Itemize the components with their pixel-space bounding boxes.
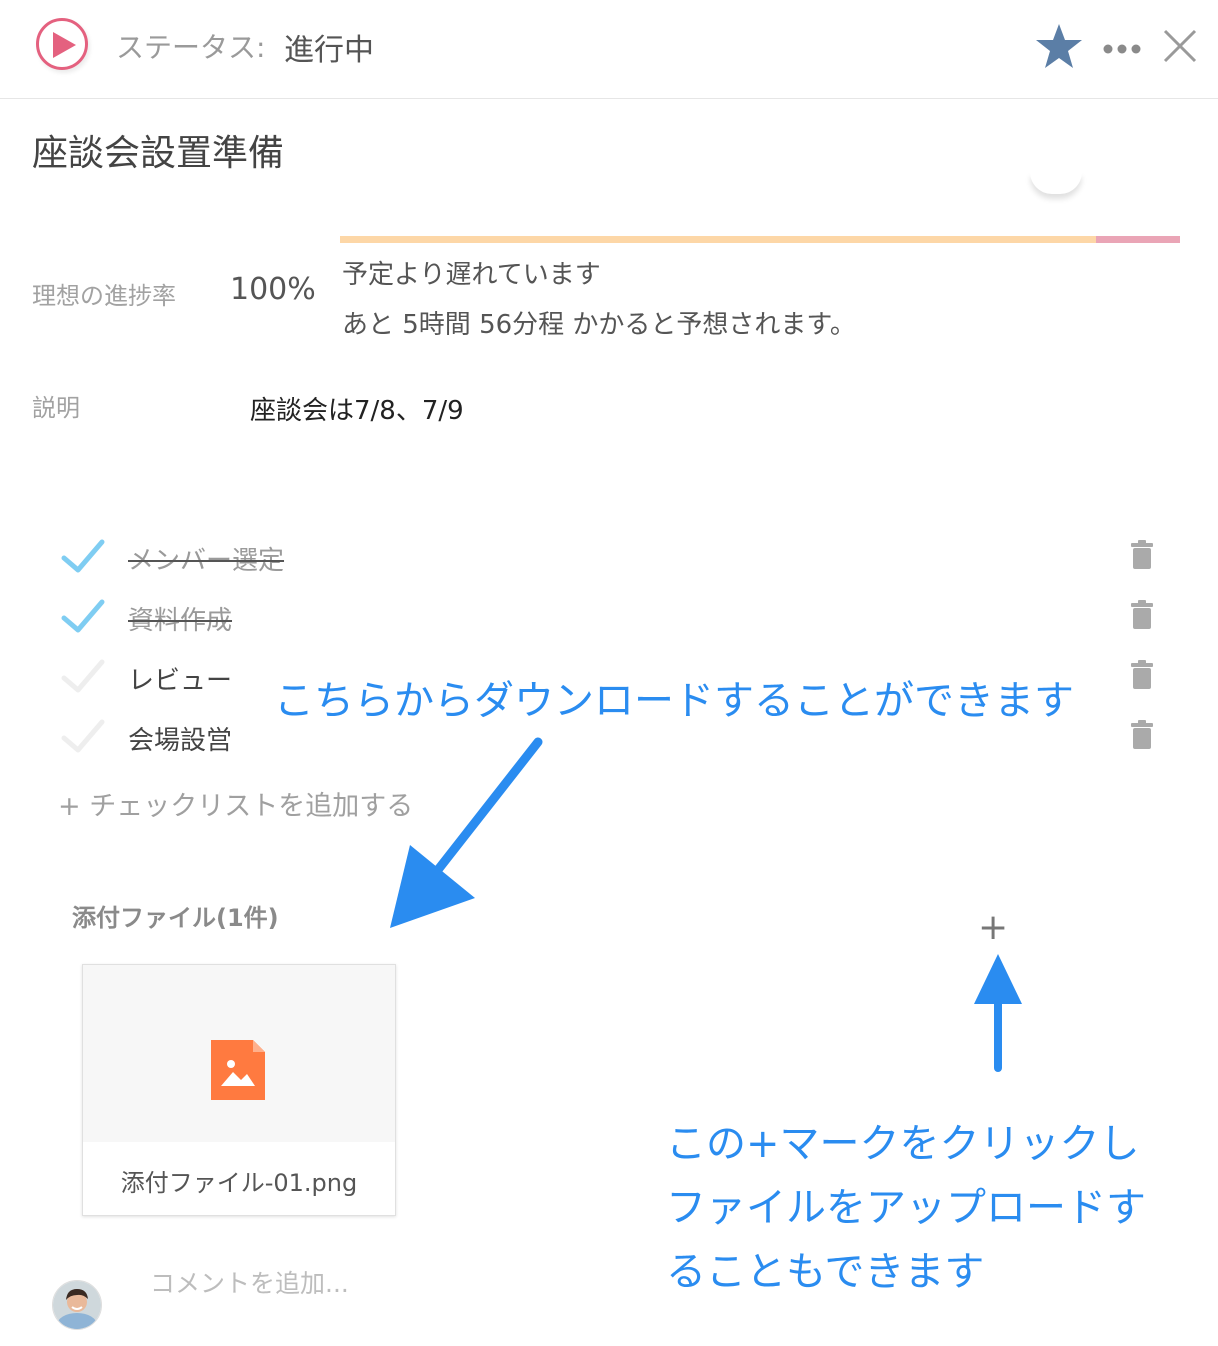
attachments-header: 添付ファイル(1件) xyxy=(72,904,279,932)
comment-input[interactable]: コメントを追加... xyxy=(150,1264,349,1300)
upload-callout-line: ることもできます xyxy=(666,1249,985,1295)
trash-icon[interactable] xyxy=(1130,600,1154,634)
add-checklist-button[interactable]: + チェックリストを追加する xyxy=(58,784,413,823)
add-attachment-button[interactable]: + xyxy=(978,910,1008,946)
checklist-item-label[interactable]: メンバー選定 xyxy=(128,540,284,577)
trash-icon[interactable] xyxy=(1130,720,1154,754)
upload-callout-text: この+マークをクリックし ファイルをアップロードす ることもできます xyxy=(666,1112,1166,1304)
checklist-item-label[interactable]: 資料作成 xyxy=(128,600,232,637)
status-label: ステータス: xyxy=(116,31,266,64)
more-options-icon[interactable] xyxy=(1102,40,1142,59)
checkmark-icon[interactable] xyxy=(60,658,106,694)
play-status-button[interactable] xyxy=(36,18,88,70)
attachment-filename[interactable]: 添付ファイル-01.png xyxy=(83,1163,395,1198)
progress-handle[interactable] xyxy=(1030,172,1082,194)
upload-callout-line: ファイルをアップロードす xyxy=(666,1185,1146,1231)
checklist-item-label[interactable]: 会場設営 xyxy=(128,720,232,757)
download-arrow-icon xyxy=(390,737,543,928)
status-value[interactable]: 進行中 xyxy=(284,25,374,69)
star-icon[interactable] xyxy=(1034,22,1084,74)
play-icon xyxy=(53,32,76,58)
upload-arrow-icon xyxy=(974,954,1022,1072)
ideal-progress-value: 100% xyxy=(230,272,316,307)
progress-overrun-bar xyxy=(1096,236,1180,243)
download-callout-text: こちらからダウンロードすることができます xyxy=(274,678,1074,724)
user-avatar xyxy=(52,1280,102,1330)
progress-bar xyxy=(340,236,1180,243)
eta-message: あと 5時間 56分程 かかると予想されます。 xyxy=(342,310,856,340)
checkmark-icon[interactable] xyxy=(60,718,106,754)
description-label: 説明 xyxy=(32,394,80,422)
delay-message: 予定より遅れています xyxy=(342,260,601,290)
checkmark-icon[interactable] xyxy=(60,538,106,574)
trash-icon[interactable] xyxy=(1130,540,1154,574)
upload-callout-line: この+マークをクリックし xyxy=(666,1121,1140,1167)
image-file-icon xyxy=(211,1040,265,1104)
close-icon[interactable] xyxy=(1162,28,1198,68)
description-value[interactable]: 座談会は7/8、7/9 xyxy=(250,390,464,427)
trash-icon[interactable] xyxy=(1130,660,1154,694)
attachment-card[interactable]: 添付ファイル-01.png xyxy=(82,964,396,1216)
ideal-progress-label: 理想の進捗率 xyxy=(32,282,176,310)
checkmark-icon[interactable] xyxy=(60,598,106,634)
checklist-item-label[interactable]: レビュー xyxy=(128,660,232,697)
task-title[interactable]: 座談会設置準備 xyxy=(32,124,284,176)
attachment-preview[interactable] xyxy=(83,965,395,1142)
